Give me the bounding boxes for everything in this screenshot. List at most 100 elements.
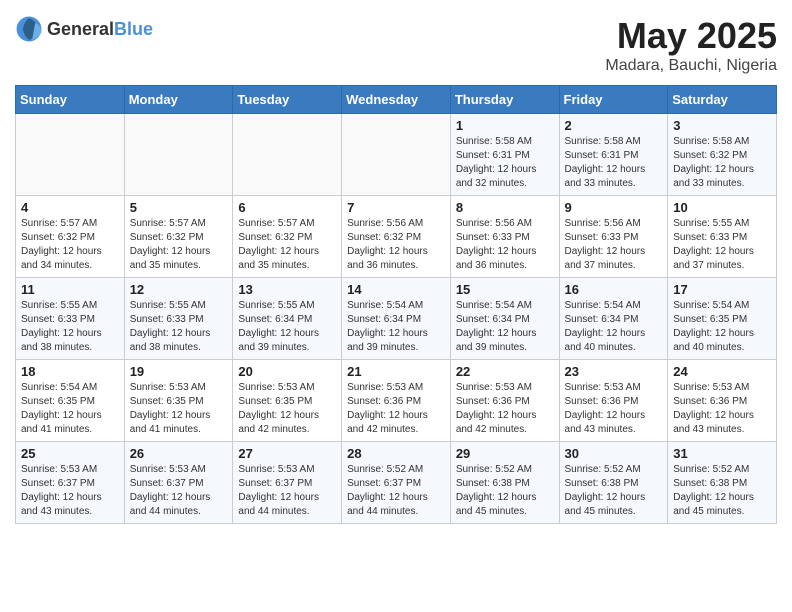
day-number: 16	[565, 282, 663, 297]
day-number: 12	[130, 282, 228, 297]
week-row-4: 18 Sunrise: 5:54 AM Sunset: 6:35 PM Dayli…	[16, 360, 777, 442]
day-cell: 14Sunrise: 5:54 AM Sunset: 6:34 PM Dayli…	[342, 278, 451, 360]
day-number: 1	[456, 118, 554, 133]
day-cell: 25Sunrise: 5:53 AM Sunset: 6:37 PM Dayli…	[16, 442, 125, 524]
day-cell: 2 Sunrise: 5:58 AM Sunset: 6:31 PM Daylig…	[559, 114, 668, 196]
day-number: 14	[347, 282, 445, 297]
week-row-2: 4 Sunrise: 5:57 AM Sunset: 6:32 PM Daylig…	[16, 196, 777, 278]
logo-blue-text: Blue	[114, 19, 153, 39]
day-number: 5	[130, 200, 228, 215]
day-cell: 27 Sunrise: 5:53 AM Sunset: 6:37 PM Dayli…	[233, 442, 342, 524]
day-number: 30	[565, 446, 663, 461]
day-cell: 12 Sunrise: 5:55 AM Sunset: 6:33 PM Dayli…	[124, 278, 233, 360]
day-info: Sunrise: 5:53 AM Sunset: 6:36 PM Dayligh…	[456, 381, 554, 437]
day-cell: 26 Sunrise: 5:53 AM Sunset: 6:37 PM Dayli…	[124, 442, 233, 524]
day-info: Sunrise: 5:54 AM Sunset: 6:35 PM Dayligh…	[21, 381, 119, 437]
weekday-header-thursday: Thursday	[450, 86, 559, 114]
weekday-header-tuesday: Tuesday	[233, 86, 342, 114]
day-info: Sunrise: 5:56 AM Sunset: 6:33 PM Dayligh…	[565, 217, 663, 273]
day-cell: 17Sunrise: 5:54 AM Sunset: 6:35 PM Dayli…	[668, 278, 777, 360]
day-cell: 8 Sunrise: 5:56 AM Sunset: 6:33 PM Daylig…	[450, 196, 559, 278]
day-cell: 3Sunrise: 5:58 AM Sunset: 6:32 PM Daylig…	[668, 114, 777, 196]
day-cell: 5 Sunrise: 5:57 AM Sunset: 6:32 PM Daylig…	[124, 196, 233, 278]
weekday-header-saturday: Saturday	[668, 86, 777, 114]
day-cell: 31 Sunrise: 5:52 AM Sunset: 6:38 PM Dayli…	[668, 442, 777, 524]
day-info: Sunrise: 5:55 AM Sunset: 6:34 PM Dayligh…	[238, 299, 336, 355]
day-number: 6	[238, 200, 336, 215]
day-cell: 1 Sunrise: 5:58 AM Sunset: 6:31 PM Daylig…	[450, 114, 559, 196]
day-cell: 22 Sunrise: 5:53 AM Sunset: 6:36 PM Dayli…	[450, 360, 559, 442]
day-number: 2	[565, 118, 663, 133]
week-row-1: 1 Sunrise: 5:58 AM Sunset: 6:31 PM Daylig…	[16, 114, 777, 196]
calendar-table: SundayMondayTuesdayWednesdayThursdayFrid…	[15, 85, 777, 524]
day-info: Sunrise: 5:57 AM Sunset: 6:32 PM Dayligh…	[21, 217, 119, 273]
day-number: 20	[238, 364, 336, 379]
day-cell: 10 Sunrise: 5:55 AM Sunset: 6:33 PM Dayli…	[668, 196, 777, 278]
day-number: 15	[456, 282, 554, 297]
title-block: May 2025 Madara, Bauchi, Nigeria	[605, 15, 777, 75]
day-number: 18	[21, 364, 119, 379]
day-number: 21	[347, 364, 445, 379]
day-number: 25	[21, 446, 119, 461]
day-number: 7	[347, 200, 445, 215]
week-row-3: 11 Sunrise: 5:55 AM Sunset: 6:33 PM Dayli…	[16, 278, 777, 360]
day-number: 10	[673, 200, 771, 215]
day-info: Sunrise: 5:53 AM Sunset: 6:36 PM Dayligh…	[673, 381, 771, 437]
day-cell	[124, 114, 233, 196]
day-info: Sunrise: 5:53 AM Sunset: 6:35 PM Dayligh…	[238, 381, 336, 437]
day-info: Sunrise: 5:52 AM Sunset: 6:38 PM Dayligh…	[565, 463, 663, 519]
day-cell: 24 Sunrise: 5:53 AM Sunset: 6:36 PM Dayli…	[668, 360, 777, 442]
day-number: 27	[238, 446, 336, 461]
day-info: Sunrise: 5:53 AM Sunset: 6:37 PM Dayligh…	[238, 463, 336, 519]
page-header: GeneralBlue May 2025 Madara, Bauchi, Nig…	[15, 15, 777, 75]
day-number: 31	[673, 446, 771, 461]
day-info: Sunrise: 5:58 AM Sunset: 6:31 PM Dayligh…	[456, 135, 554, 191]
day-cell	[342, 114, 451, 196]
day-number: 17	[673, 282, 771, 297]
day-number: 22	[456, 364, 554, 379]
day-info: Sunrise: 5:54 AM Sunset: 6:34 PM Dayligh…	[565, 299, 663, 355]
month-title: May 2025	[605, 15, 777, 57]
day-info: Sunrise: 5:57 AM Sunset: 6:32 PM Dayligh…	[238, 217, 336, 273]
day-info: Sunrise: 5:55 AM Sunset: 6:33 PM Dayligh…	[21, 299, 119, 355]
day-cell: 11 Sunrise: 5:55 AM Sunset: 6:33 PM Dayli…	[16, 278, 125, 360]
day-number: 26	[130, 446, 228, 461]
day-number: 4	[21, 200, 119, 215]
day-info: Sunrise: 5:57 AM Sunset: 6:32 PM Dayligh…	[130, 217, 228, 273]
weekday-header-row: SundayMondayTuesdayWednesdayThursdayFrid…	[16, 86, 777, 114]
day-info: Sunrise: 5:53 AM Sunset: 6:36 PM Dayligh…	[347, 381, 445, 437]
day-number: 29	[456, 446, 554, 461]
day-cell: 23Sunrise: 5:53 AM Sunset: 6:36 PM Dayli…	[559, 360, 668, 442]
day-number: 19	[130, 364, 228, 379]
day-info: Sunrise: 5:53 AM Sunset: 6:35 PM Dayligh…	[130, 381, 228, 437]
logo: GeneralBlue	[15, 15, 153, 43]
week-row-5: 25 Sunrise: 5:53 AM Sunset: 6:37 PM Dayli…	[16, 442, 777, 524]
day-number: 28	[347, 446, 445, 461]
day-number: 24	[673, 364, 771, 379]
day-number: 3	[673, 118, 771, 133]
day-info: Sunrise: 5:52 AM Sunset: 6:37 PM Dayligh…	[347, 463, 445, 519]
weekday-header-wednesday: Wednesday	[342, 86, 451, 114]
day-cell: 7 Sunrise: 5:56 AM Sunset: 6:32 PM Daylig…	[342, 196, 451, 278]
day-cell: 21 Sunrise: 5:53 AM Sunset: 6:36 PM Dayli…	[342, 360, 451, 442]
day-cell: 19 Sunrise: 5:53 AM Sunset: 6:35 PM Dayli…	[124, 360, 233, 442]
day-info: Sunrise: 5:54 AM Sunset: 6:34 PM Dayligh…	[456, 299, 554, 355]
day-info: Sunrise: 5:58 AM Sunset: 6:31 PM Dayligh…	[565, 135, 663, 191]
day-cell: 29Sunrise: 5:52 AM Sunset: 6:38 PM Dayli…	[450, 442, 559, 524]
day-cell: 4 Sunrise: 5:57 AM Sunset: 6:32 PM Daylig…	[16, 196, 125, 278]
day-info: Sunrise: 5:52 AM Sunset: 6:38 PM Dayligh…	[673, 463, 771, 519]
weekday-header-friday: Friday	[559, 86, 668, 114]
day-info: Sunrise: 5:55 AM Sunset: 6:33 PM Dayligh…	[130, 299, 228, 355]
day-info: Sunrise: 5:55 AM Sunset: 6:33 PM Dayligh…	[673, 217, 771, 273]
day-info: Sunrise: 5:53 AM Sunset: 6:37 PM Dayligh…	[130, 463, 228, 519]
day-cell: 13Sunrise: 5:55 AM Sunset: 6:34 PM Dayli…	[233, 278, 342, 360]
day-cell: 9Sunrise: 5:56 AM Sunset: 6:33 PM Daylig…	[559, 196, 668, 278]
day-info: Sunrise: 5:56 AM Sunset: 6:32 PM Dayligh…	[347, 217, 445, 273]
weekday-header-monday: Monday	[124, 86, 233, 114]
day-cell: 18 Sunrise: 5:54 AM Sunset: 6:35 PM Dayli…	[16, 360, 125, 442]
day-cell	[16, 114, 125, 196]
day-number: 23	[565, 364, 663, 379]
day-number: 11	[21, 282, 119, 297]
day-info: Sunrise: 5:56 AM Sunset: 6:33 PM Dayligh…	[456, 217, 554, 273]
day-number: 8	[456, 200, 554, 215]
